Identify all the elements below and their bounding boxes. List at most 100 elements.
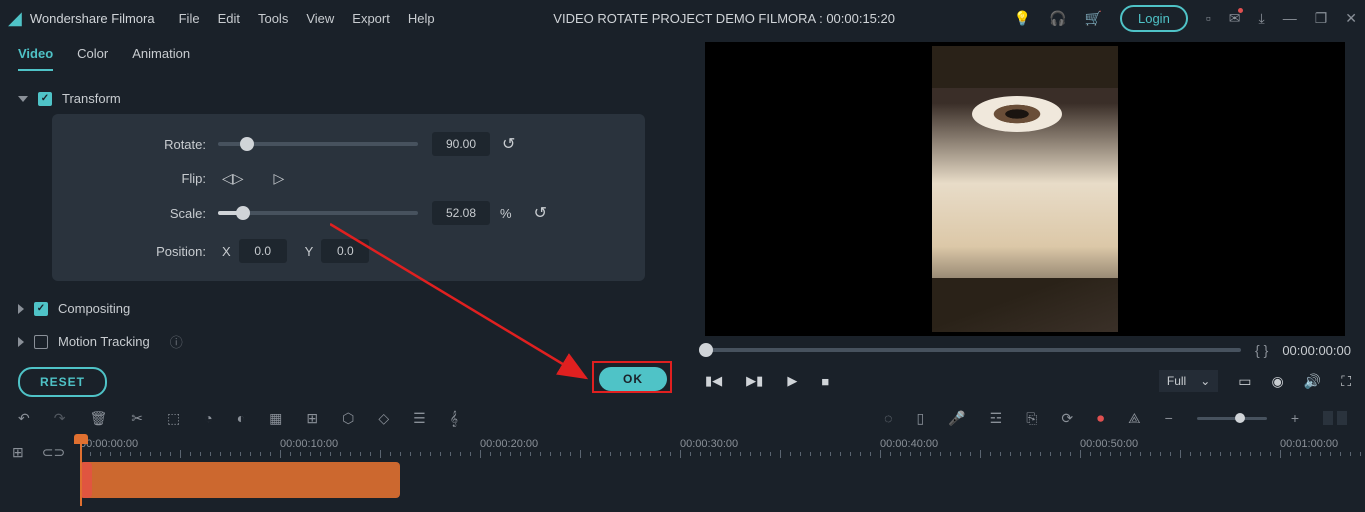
position-x-label: X (222, 244, 231, 259)
row-rotate: Rotate: ↺ (70, 132, 627, 156)
scale-value[interactable] (432, 201, 490, 225)
checkbox-compositing[interactable] (34, 302, 48, 316)
keyframe-icon[interactable]: ◇ (378, 410, 389, 427)
step-fwd-icon[interactable]: ▶▮ (746, 373, 763, 389)
preview-image (932, 46, 1118, 332)
rotate-value[interactable] (432, 132, 490, 156)
scrub-bar[interactable] (699, 348, 1241, 352)
undo-icon[interactable]: ↶ (18, 410, 30, 427)
cut-icon[interactable]: ✂ (131, 410, 143, 427)
marker-icon[interactable]: ▯ (916, 410, 924, 427)
motion-icon[interactable]: ⬡ (342, 410, 354, 427)
preview-panel: { } 00:00:00:00 ▮◀ ▶▮ ▶ ■ Full ⌄ ▭ ◉ 🔊 (685, 36, 1365, 400)
chevron-down-icon (18, 96, 28, 102)
scale-reset-icon[interactable]: ↺ (534, 203, 547, 223)
scale-slider-thumb[interactable] (236, 206, 250, 220)
sync-icon[interactable]: ⎘ (1026, 410, 1037, 427)
record-icon[interactable]: ⏺ (1097, 410, 1104, 427)
tab-color[interactable]: Color (77, 46, 108, 71)
rotate-slider[interactable] (218, 142, 418, 146)
scale-label: Scale: (70, 206, 218, 221)
scrub-thumb[interactable] (699, 343, 713, 357)
tab-animation[interactable]: Animation (132, 46, 190, 71)
scale-unit: % (500, 206, 512, 221)
color-icon[interactable]: ◐ (237, 410, 245, 426)
mixer-icon[interactable]: ☲ (990, 410, 1003, 427)
timeline-ruler[interactable]: 00:00:00:00 00:00:10:00 00:00:20:00 00:0… (80, 436, 1365, 458)
crop-icon[interactable]: ⬚ (167, 410, 180, 427)
link-icon[interactable]: ⟁ (1128, 410, 1141, 427)
play-icon[interactable]: ▶ (787, 373, 797, 389)
zoom-in-icon[interactable]: + (1291, 410, 1299, 426)
inspector-panel: Video Color Animation Transform Rotate: … (0, 36, 685, 400)
zoom-slider[interactable] (1197, 417, 1267, 420)
snapshot-icon[interactable]: ◉ (1272, 373, 1284, 390)
menu-file[interactable]: File (179, 11, 200, 26)
rotate-slider-thumb[interactable] (240, 137, 254, 151)
audio-icon[interactable]: 🔊 (1304, 373, 1321, 390)
fullscreen-icon[interactable]: ⛶ (1341, 373, 1351, 390)
scale-slider[interactable] (218, 211, 418, 215)
reset-button[interactable]: RESET (18, 367, 107, 397)
zoom-fit-buttons[interactable] (1323, 411, 1347, 425)
step-back-icon[interactable]: ▮◀ (705, 373, 722, 389)
zoom-fit-a[interactable] (1323, 411, 1333, 425)
checkbox-transform[interactable] (38, 92, 52, 106)
audio-wave-icon[interactable]: 𝄞 (450, 410, 458, 427)
menu-help[interactable]: Help (408, 11, 435, 26)
checkbox-motion-tracking[interactable] (34, 335, 48, 349)
mic-icon[interactable]: 🎤 (948, 410, 965, 427)
playhead-head[interactable] (74, 434, 88, 444)
transform-label: Transform (62, 91, 121, 106)
menu-tools[interactable]: Tools (258, 11, 288, 26)
zoom-fit-b[interactable] (1337, 411, 1347, 425)
section-transform-header[interactable]: Transform (12, 83, 673, 114)
playhead[interactable] (80, 436, 82, 506)
magnet-icon[interactable]: ⊂⊃ (42, 444, 65, 461)
mosaic-icon[interactable]: ⊞ (306, 410, 318, 427)
cart-icon[interactable]: 🛒 (1085, 10, 1102, 27)
help-icon[interactable]: ⓘ (170, 332, 183, 351)
lightbulb-icon[interactable]: 💡 (1014, 10, 1031, 27)
section-compositing-header[interactable]: Compositing (12, 293, 673, 324)
brace-right[interactable]: } (1264, 342, 1269, 358)
redo-icon[interactable]: ↷ (54, 410, 66, 427)
position-y-value[interactable] (321, 239, 369, 263)
timeline-main[interactable]: 00:00:00:00 00:00:10:00 00:00:20:00 00:0… (80, 436, 1365, 512)
settings-icon[interactable]: ☰ (413, 410, 426, 427)
zoom-slider-thumb[interactable] (1235, 413, 1245, 423)
preview-viewport (705, 42, 1345, 336)
menu-view[interactable]: View (306, 11, 334, 26)
headset-icon[interactable]: 🎧 (1049, 10, 1066, 27)
rotate-label: Rotate: (70, 137, 218, 152)
flip-vertical-icon[interactable]: ▷ (274, 170, 285, 187)
flip-horizontal-icon[interactable]: ◁▷ (222, 170, 244, 187)
speed-icon[interactable]: ◔ (204, 410, 212, 426)
render-icon[interactable]: ⟳ (1061, 410, 1073, 427)
position-x-value[interactable] (239, 239, 287, 263)
menu-edit[interactable]: Edit (218, 11, 240, 26)
menu-export[interactable]: Export (352, 11, 390, 26)
quality-dropdown[interactable]: Full ⌄ (1159, 370, 1218, 392)
mail-icon[interactable]: ✉ (1229, 10, 1241, 27)
track-manager-icon[interactable]: ⊞ (12, 444, 24, 461)
stop-icon[interactable]: ■ (821, 374, 829, 389)
download-icon[interactable]: ⤓ (1259, 10, 1265, 27)
chevron-right-icon (18, 337, 24, 347)
delete-icon[interactable]: 🗑 (89, 410, 107, 427)
close-icon[interactable]: ✕ (1345, 10, 1357, 27)
display-icon[interactable]: ▭ (1238, 373, 1251, 390)
menu-bar: File Edit Tools View Export Help (179, 11, 435, 26)
zoom-out-icon[interactable]: − (1165, 410, 1173, 426)
restore-icon[interactable]: ❐ (1315, 10, 1328, 27)
login-button[interactable]: Login (1120, 5, 1188, 32)
save-icon[interactable]: ▫ (1206, 10, 1211, 26)
brace-left[interactable]: { (1255, 342, 1260, 358)
greenscreen-icon[interactable]: ▦ (269, 410, 282, 427)
tab-video[interactable]: Video (18, 46, 53, 71)
target-icon[interactable]: ◌ (884, 410, 892, 426)
rotate-reset-icon[interactable]: ↺ (502, 134, 515, 154)
minimize-icon[interactable]: — (1283, 10, 1297, 26)
timeline-clip[interactable] (80, 462, 400, 498)
section-motion-tracking-header[interactable]: Motion Tracking ⓘ (12, 324, 673, 359)
